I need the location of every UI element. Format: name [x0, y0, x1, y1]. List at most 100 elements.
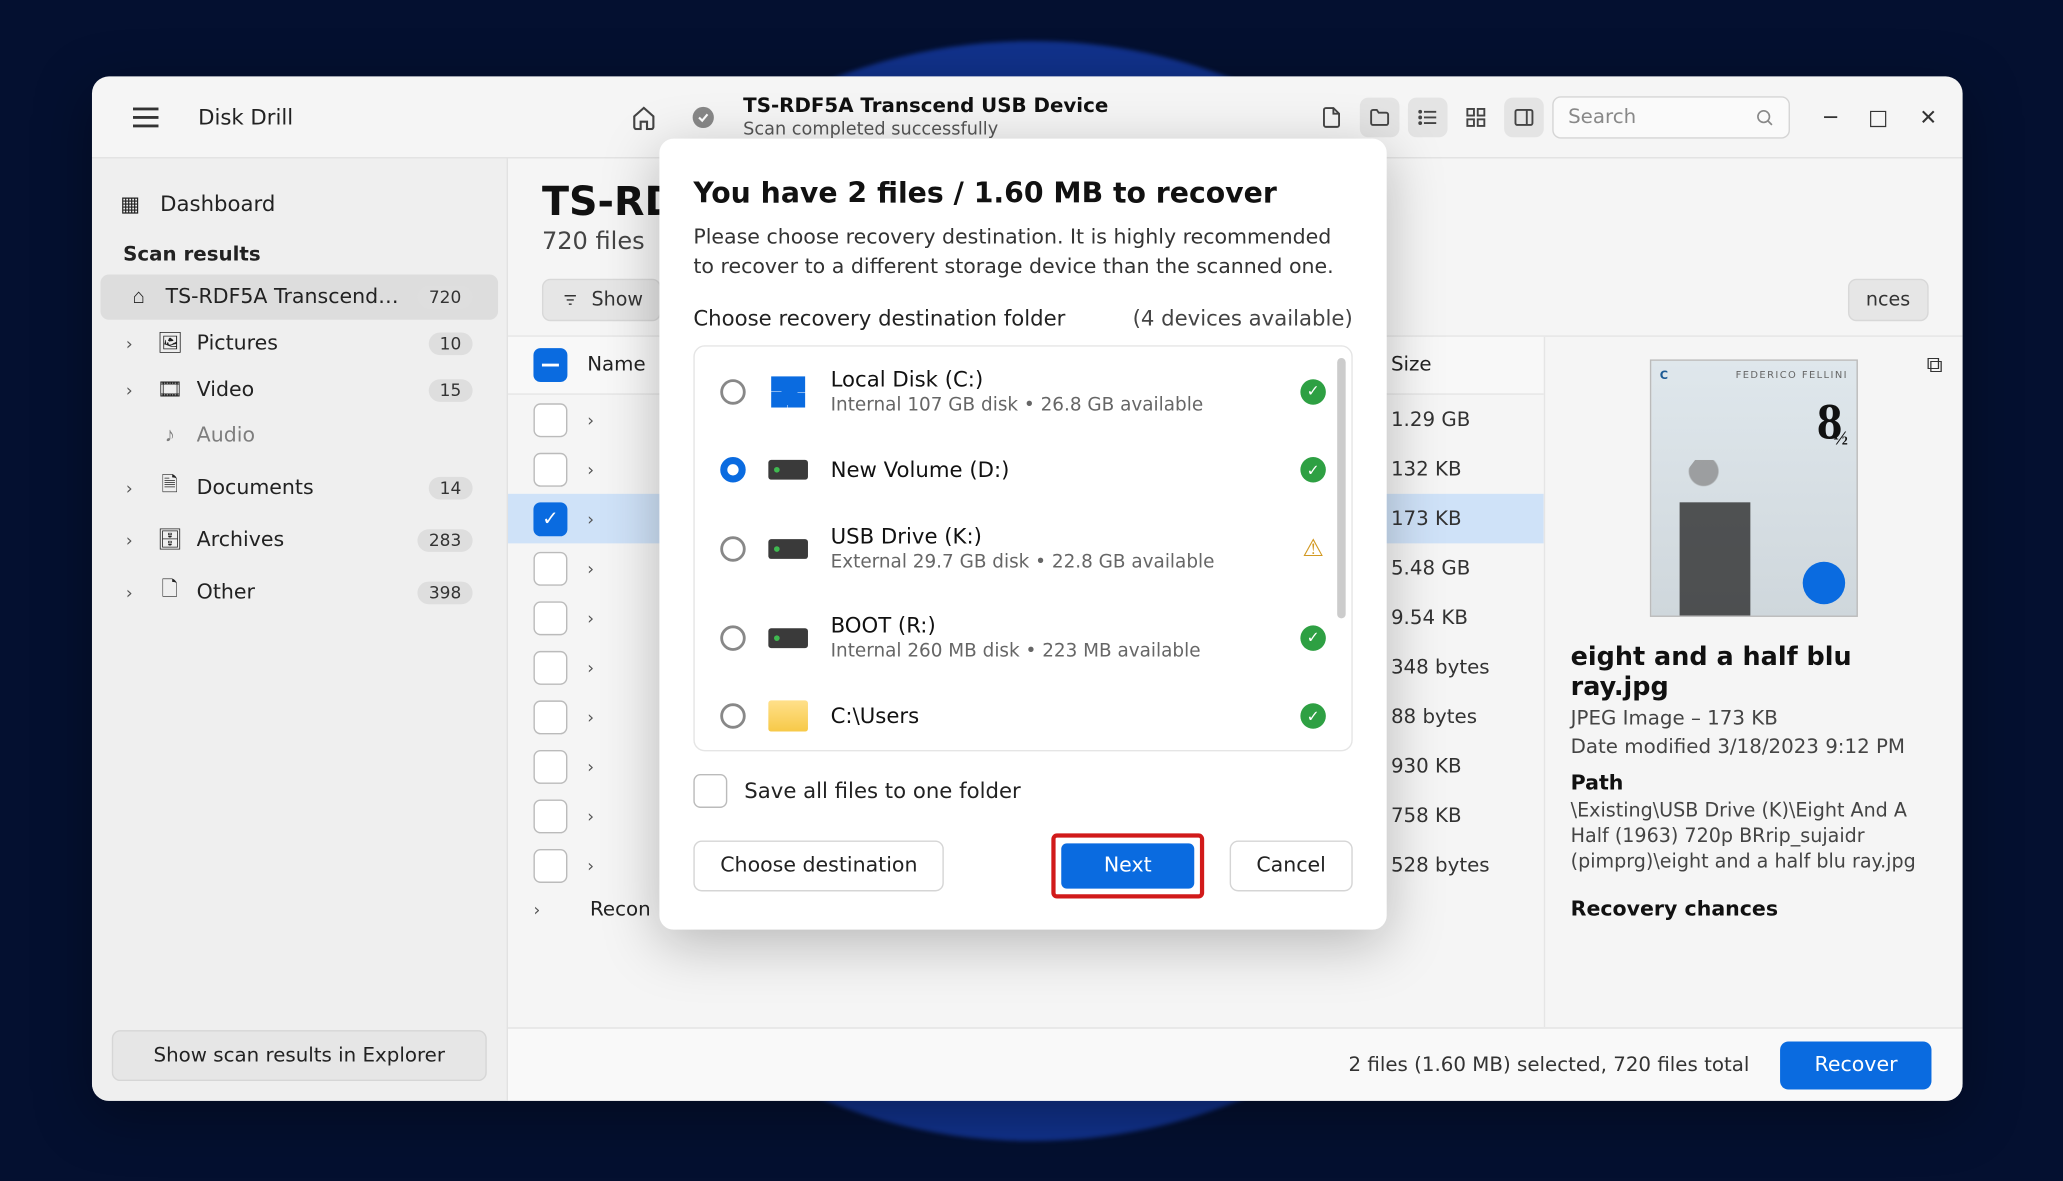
row-checkbox[interactable] — [533, 601, 567, 635]
dashboard-icon: ▦ — [120, 191, 140, 216]
destination-radio[interactable] — [720, 536, 745, 561]
destination-radio[interactable] — [720, 625, 745, 650]
save-all-label: Save all files to one folder — [744, 778, 1020, 803]
chances-filter-button[interactable]: nces — [1848, 279, 1929, 321]
row-size: 173 KB — [1391, 507, 1518, 530]
destination-item[interactable]: BOOT (R:)Internal 260 MB disk • 223 MB a… — [695, 593, 1352, 682]
destination-item[interactable]: Local Disk (C:) Internal 107 GB disk • 26… — [695, 347, 1352, 436]
search-input[interactable]: Search — [1553, 96, 1791, 138]
destination-item[interactable]: USB Drive (K:)External 29.7 GB disk • 22… — [695, 504, 1352, 593]
close-button[interactable]: ✕ — [1919, 104, 1937, 129]
row-checkbox[interactable] — [533, 452, 567, 486]
row-size: 528 bytes — [1391, 854, 1518, 877]
filter-icon — [560, 291, 580, 308]
check-icon: ✓ — [1300, 625, 1325, 650]
sidebar-item-audio[interactable]: ♪ Audio — [100, 413, 498, 458]
destination-item[interactable]: C:\Users ✓ — [695, 682, 1352, 750]
destination-name: C:\Users — [831, 703, 1278, 728]
detail-date: Date modified 3/18/2023 9:12 PM — [1571, 736, 1937, 759]
cancel-button[interactable]: Cancel — [1229, 841, 1352, 892]
search-icon — [1755, 107, 1775, 127]
destination-sub: External 29.7 GB disk • 22.8 GB availabl… — [831, 552, 1278, 573]
destination-name: Local Disk (C:) — [831, 367, 1278, 392]
hamburger-icon[interactable] — [132, 107, 157, 127]
check-icon: ✓ — [1300, 703, 1325, 728]
row-checkbox[interactable] — [533, 700, 567, 734]
row-size: 88 bytes — [1391, 705, 1518, 728]
count-badge: 14 — [428, 476, 472, 499]
row-checkbox[interactable] — [533, 749, 567, 783]
sidebar-item-label: Other — [197, 581, 404, 604]
device-count: 720 — [418, 286, 473, 309]
row-size: 132 KB — [1391, 458, 1518, 481]
open-external-icon[interactable]: ⧉ — [1927, 351, 1943, 379]
recovery-chances-label: Recovery chances — [1571, 898, 1937, 921]
sidebar-item-pictures[interactable]: ›🖼 Pictures 10 — [100, 320, 498, 367]
choose-destination-button[interactable]: Choose destination — [693, 841, 944, 892]
destination-list: Local Disk (C:) Internal 107 GB disk • 26… — [693, 345, 1352, 751]
sidebar: ▦ Dashboard Scan results ⌂ TS-RDF5A Tran… — [92, 158, 508, 1100]
list-icon[interactable] — [1408, 97, 1448, 137]
destination-name: New Volume (D:) — [831, 457, 1278, 482]
sidebar-item-label: Documents — [197, 476, 415, 499]
row-checkbox[interactable] — [533, 403, 567, 437]
row-checkbox[interactable] — [533, 551, 567, 585]
sidebar-item-documents[interactable]: ›🗎 Documents 14 — [100, 458, 498, 516]
maximize-button[interactable]: □ — [1868, 104, 1888, 129]
show-in-explorer-button[interactable]: Show scan results in Explorer — [112, 1030, 487, 1081]
row-checkbox[interactable] — [533, 848, 567, 882]
row-size: 1.29 GB — [1391, 408, 1518, 431]
show-filter-button[interactable]: Show — [542, 279, 661, 321]
recover-button[interactable]: Recover — [1781, 1041, 1932, 1089]
sidebar-toggle-icon[interactable] — [1504, 97, 1544, 137]
sidebar-item-video[interactable]: ›🎞 Video 15 — [100, 366, 498, 413]
folder-icon[interactable] — [1360, 97, 1400, 137]
row-checkbox[interactable]: ✓ — [533, 502, 567, 536]
destination-radio[interactable] — [720, 703, 745, 728]
scan-results-header: Scan results — [92, 229, 507, 274]
footer-bar: 2 files (1.60 MB) selected, 720 files to… — [508, 1027, 1963, 1101]
grid-icon[interactable] — [1456, 97, 1496, 137]
modal-description: Please choose recovery destination. It i… — [693, 224, 1352, 283]
sidebar-item-label: Archives — [197, 529, 404, 552]
column-name[interactable]: Name — [587, 354, 645, 377]
row-checkbox[interactable] — [533, 650, 567, 684]
count-badge: 398 — [418, 581, 473, 604]
row-size: 758 KB — [1391, 804, 1518, 827]
warning-icon: ⚠ — [1300, 536, 1325, 561]
scan-status: Scan completed successfully — [743, 117, 1108, 138]
file-icon[interactable] — [1312, 97, 1352, 137]
app-window: Disk Drill TS-RDF5A Transcend USB Device… — [92, 76, 1963, 1100]
save-all-checkbox[interactable] — [693, 774, 727, 808]
archive-icon: 🗄 — [157, 528, 182, 552]
scrollbar[interactable] — [1337, 358, 1345, 618]
destination-radio[interactable] — [720, 379, 745, 404]
minimize-button[interactable]: ─ — [1824, 104, 1837, 129]
next-button[interactable]: Next — [1061, 843, 1194, 888]
details-panel: ⧉ CFEDERICO FELLINI 8½ eight and a half … — [1544, 337, 1963, 1028]
image-icon: 🖼 — [157, 331, 182, 355]
row-size: 9.54 KB — [1391, 606, 1518, 629]
recovery-destination-modal: You have 2 files / 1.60 MB to recover Pl… — [659, 139, 1386, 930]
preview-thumbnail: CFEDERICO FELLINI 8½ — [1650, 359, 1858, 617]
sidebar-item-label: Audio — [197, 425, 473, 448]
search-placeholder: Search — [1568, 105, 1636, 128]
sidebar-item-label: Video — [197, 379, 415, 402]
dashboard-link[interactable]: ▦ Dashboard — [92, 178, 507, 229]
count-badge: 283 — [418, 529, 473, 552]
column-size[interactable]: Size — [1391, 354, 1518, 377]
row-checkbox[interactable] — [533, 799, 567, 833]
destination-item[interactable]: New Volume (D:)✓ — [695, 436, 1352, 504]
detail-type: JPEG Image – 173 KB — [1571, 708, 1937, 731]
sidebar-item-archives[interactable]: ›🗄 Archives 283 — [100, 516, 498, 563]
audio-icon: ♪ — [157, 425, 182, 448]
select-all-checkbox[interactable] — [533, 348, 567, 382]
detail-filename: eight and a half blu ray.jpg — [1571, 642, 1937, 701]
home-icon[interactable] — [624, 97, 664, 137]
destination-sub: Internal 107 GB disk • 26.8 GB available — [831, 395, 1278, 416]
destination-radio[interactable] — [720, 457, 745, 482]
check-icon: ✓ — [1300, 379, 1325, 404]
row-size: 930 KB — [1391, 755, 1518, 778]
sidebar-device[interactable]: ⌂ TS-RDF5A Transcend US... 720 — [100, 275, 498, 320]
sidebar-item-other[interactable]: ›🗋 Other 398 — [100, 563, 498, 621]
